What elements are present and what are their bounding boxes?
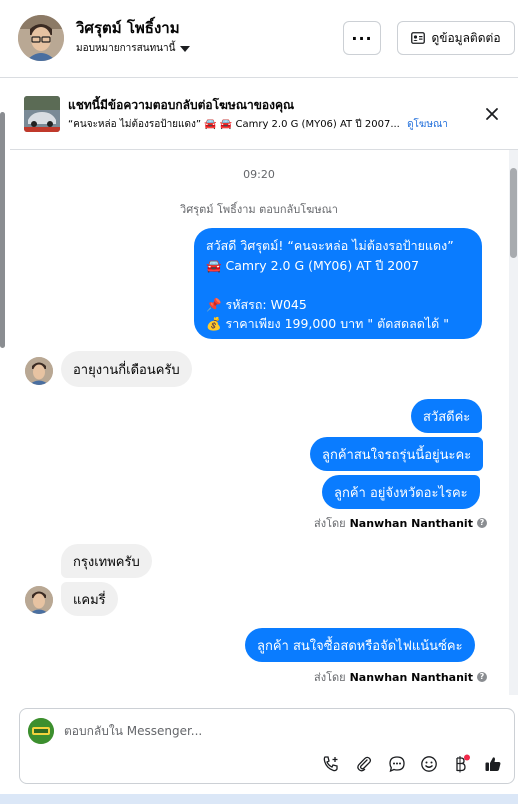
ad-thumbnail <box>24 96 60 132</box>
more-options-button[interactable]: ··· <box>343 21 381 55</box>
page-avatar[interactable] <box>28 718 54 744</box>
message-timestamp: 09:20 <box>243 168 275 181</box>
ad-banner-title: แชทนี้มีข้อความตอบกลับต่อโฆษณาของคุณ <box>68 98 295 112</box>
sent-by-label: ส่งโดย Nanwhan Nanthanit ? <box>314 514 487 532</box>
customer-name[interactable]: วิศรุตม์ โพธิ์งาม <box>76 16 180 40</box>
chevron-down-icon <box>180 45 191 52</box>
view-ad-link[interactable]: ดูโฆษณา <box>407 119 448 130</box>
close-icon[interactable] <box>482 104 502 124</box>
message-composer <box>19 708 515 784</box>
more-icon: ··· <box>351 28 373 48</box>
contact-card-icon <box>411 32 426 44</box>
view-contact-button[interactable]: ดูข้อมูลติดต่อ <box>397 21 515 55</box>
customer-avatar-small[interactable] <box>25 586 53 614</box>
incoming-message[interactable]: กรุงเทพครับ <box>61 544 152 578</box>
assign-label: มอบหมายการสนทนานี้ <box>76 43 176 54</box>
sent-by-name: Nanwhan Nanthanit <box>349 516 473 530</box>
ad-message-line: 🚘 Camry 2.0 G (MY06) AT ปี 2007 <box>206 257 420 273</box>
conversation-header: วิศรุตม์ โพธิ์งาม มอบหมายการสนทนานี้ ···… <box>0 0 518 78</box>
ad-banner-subtitle: “คนจะหล่อ ไม่ต้องรอป้ายแดง” 🚘 🚘 Camry 2.… <box>68 117 448 132</box>
outgoing-message[interactable]: ลูกค้า อยู่จังหวัดอะไรคะ <box>322 475 480 509</box>
emoji-icon[interactable] <box>418 753 440 775</box>
status-bar <box>0 794 518 804</box>
assign-conversation-dropdown[interactable]: มอบหมายการสนทนานี้ <box>76 41 191 56</box>
ad-banner-text: “คนจะหล่อ ไม่ต้องรอป้ายแดง” 🚘 🚘 Camry 2.… <box>68 119 400 130</box>
outgoing-message[interactable]: ลูกค้า สนใจซื้อสดหรือจัดไฟแน้นซ์คะ <box>245 628 475 662</box>
customer-avatar[interactable] <box>18 15 64 61</box>
reply-input[interactable] <box>64 721 484 741</box>
outgoing-message[interactable]: ลูกค้าสนใจรถรุ่นนี้อยู่นะคะ <box>310 437 484 471</box>
ad-message-bubble[interactable]: สวัสดี วิศรุตม์! “คนจะหล่อ ไม่ต้องรอป้าย… <box>194 228 482 339</box>
sent-by-prefix: ส่งโดย <box>314 517 346 530</box>
ad-reply-banner: แชทนี้มีข้อความตอบกลับต่อโฆษณาของคุณ “คน… <box>10 80 518 150</box>
ad-message-line: 💰 ราคาเพียง 199,000 บาท " ตัดสดลดได้ " <box>206 316 450 331</box>
left-scrollbar[interactable] <box>0 112 5 348</box>
info-icon[interactable]: ? <box>476 672 487 682</box>
ad-reply-note: วิศรุตม์ โพธิ์งาม ตอบกลับโฆษณา <box>180 203 338 216</box>
thumbs-up-icon[interactable] <box>482 753 504 775</box>
incoming-message[interactable]: แคมรี่ <box>61 582 118 616</box>
ad-message-line: สวัสดี วิศรุตม์! “คนจะหล่อ ไม่ต้องรอป้าย… <box>206 238 454 253</box>
attach-icon[interactable] <box>353 753 375 775</box>
sent-by-prefix: ส่งโดย <box>314 671 346 684</box>
ad-message-line <box>206 275 470 295</box>
sent-by-label: ส่งโดย Nanwhan Nanthanit ? <box>314 668 487 686</box>
call-add-icon[interactable] <box>320 753 342 775</box>
outgoing-message[interactable]: สวัสดีค่ะ <box>411 399 483 433</box>
ad-message-line: 📌 รหัสรถ: W045 <box>206 296 307 312</box>
info-icon[interactable]: ? <box>476 518 487 528</box>
notification-dot <box>464 754 470 761</box>
incoming-message[interactable]: อายุงานกี่เดือนครับ <box>61 351 192 387</box>
view-contact-label: ดูข้อมูลติดต่อ <box>431 30 501 45</box>
sent-by-name: Nanwhan Nanthanit <box>349 670 473 684</box>
payment-icon[interactable] <box>450 753 472 775</box>
saved-reply-icon[interactable] <box>386 753 408 775</box>
customer-avatar-small[interactable] <box>25 357 53 385</box>
